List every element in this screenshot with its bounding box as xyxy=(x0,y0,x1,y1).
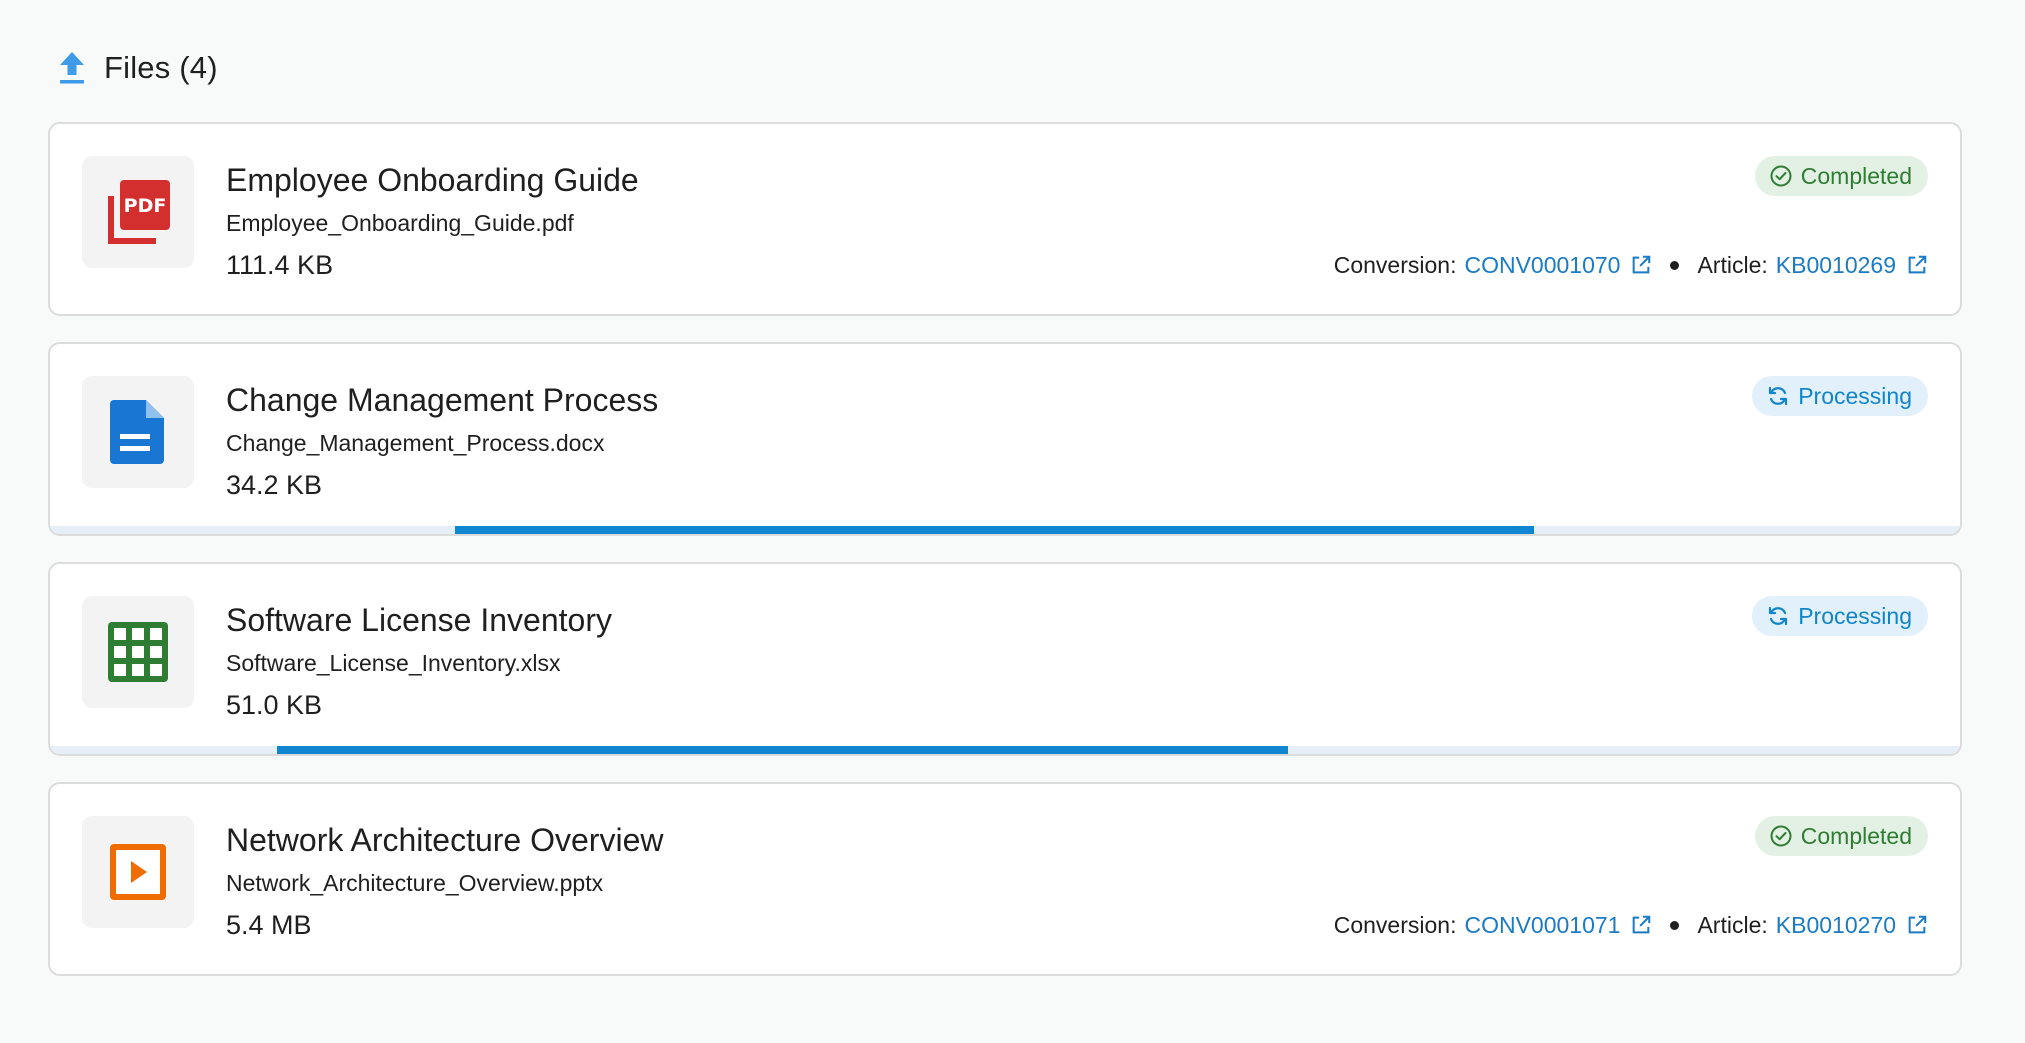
article-link[interactable]: KB0010270 xyxy=(1776,912,1896,939)
conversion-links: Conversion: CONV0001070 Article: KB00102… xyxy=(1334,248,1928,282)
separator-dot xyxy=(1670,260,1680,270)
file-thumbnail xyxy=(82,376,194,488)
file-list: PDF Employee Onboarding Guide Employee_O… xyxy=(48,122,1977,976)
conversion-label: Conversion: xyxy=(1333,911,1457,938)
file-title: Software License Inventory xyxy=(226,602,612,638)
file-title: Network Architecture Overview xyxy=(226,822,664,858)
file-size: 111.4 KB xyxy=(226,250,334,280)
files-title: Files (4) xyxy=(104,50,218,85)
file-thumbnail xyxy=(82,816,194,928)
files-panel: Files (4) PDF Employee Onboarding Guide … xyxy=(0,0,2025,1043)
file-size: 34.2 KB xyxy=(226,470,323,500)
check-circle-icon xyxy=(1770,825,1792,847)
file-card[interactable]: Change Management Process Change_Managem… xyxy=(48,342,1962,536)
file-card[interactable]: Software License Inventory Software_Lice… xyxy=(48,562,1962,756)
external-link-icon[interactable] xyxy=(1906,254,1928,276)
file-size: 51.0 KB xyxy=(226,690,323,720)
spreadsheet-icon xyxy=(108,622,168,682)
status-badge: Processing xyxy=(1752,376,1928,416)
progress-fill xyxy=(277,746,1288,754)
document-icon xyxy=(110,400,164,464)
file-title: Change Management Process xyxy=(226,382,659,418)
file-card[interactable]: PDF Employee Onboarding Guide Employee_O… xyxy=(48,122,1962,316)
file-thumbnail xyxy=(82,596,194,708)
file-card[interactable]: Network Architecture Overview Network_Ar… xyxy=(48,782,1962,976)
external-link-icon[interactable] xyxy=(1630,254,1652,276)
file-size: 5.4 MB xyxy=(226,910,312,940)
status-text: Completed xyxy=(1800,162,1912,189)
status-text: Processing xyxy=(1798,382,1912,409)
sync-icon xyxy=(1769,386,1788,406)
sync-icon xyxy=(1769,606,1788,626)
conversion-label: Conversion: xyxy=(1333,251,1457,278)
conversion-link[interactable]: CONV0001071 xyxy=(1464,912,1620,939)
conversion-link[interactable]: CONV0001070 xyxy=(1464,252,1620,279)
pdf-icon: PDF xyxy=(108,180,170,244)
status-text: Processing xyxy=(1798,602,1912,629)
status-badge: Completed xyxy=(1754,156,1928,196)
presentation-icon xyxy=(110,844,166,900)
external-link-icon[interactable] xyxy=(1906,914,1928,936)
article-label: Article: xyxy=(1697,251,1768,278)
progress-bar xyxy=(50,526,1960,534)
status-badge: Processing xyxy=(1752,596,1928,636)
article-link[interactable]: KB0010269 xyxy=(1776,252,1896,279)
status-badge: Completed xyxy=(1754,816,1928,856)
progress-fill xyxy=(454,526,1535,534)
upload-icon xyxy=(60,52,84,84)
check-circle-icon xyxy=(1770,165,1792,187)
file-name: Employee_Onboarding_Guide.pdf xyxy=(226,210,574,236)
progress-bar xyxy=(50,746,1960,754)
svg-text:PDF: PDF xyxy=(124,195,167,217)
conversion-links: Conversion: CONV0001071 Article: KB00102… xyxy=(1334,908,1928,942)
file-title: Employee Onboarding Guide xyxy=(226,162,639,198)
file-name: Change_Management_Process.docx xyxy=(226,430,605,456)
file-thumbnail: PDF xyxy=(82,156,194,268)
article-label: Article: xyxy=(1697,911,1768,938)
status-text: Completed xyxy=(1800,822,1912,849)
file-name: Network_Architecture_Overview.pptx xyxy=(226,870,604,896)
file-name: Software_License_Inventory.xlsx xyxy=(226,650,561,676)
separator-dot xyxy=(1670,920,1680,930)
files-header: Files (4) xyxy=(56,48,1977,88)
external-link-icon[interactable] xyxy=(1630,914,1652,936)
